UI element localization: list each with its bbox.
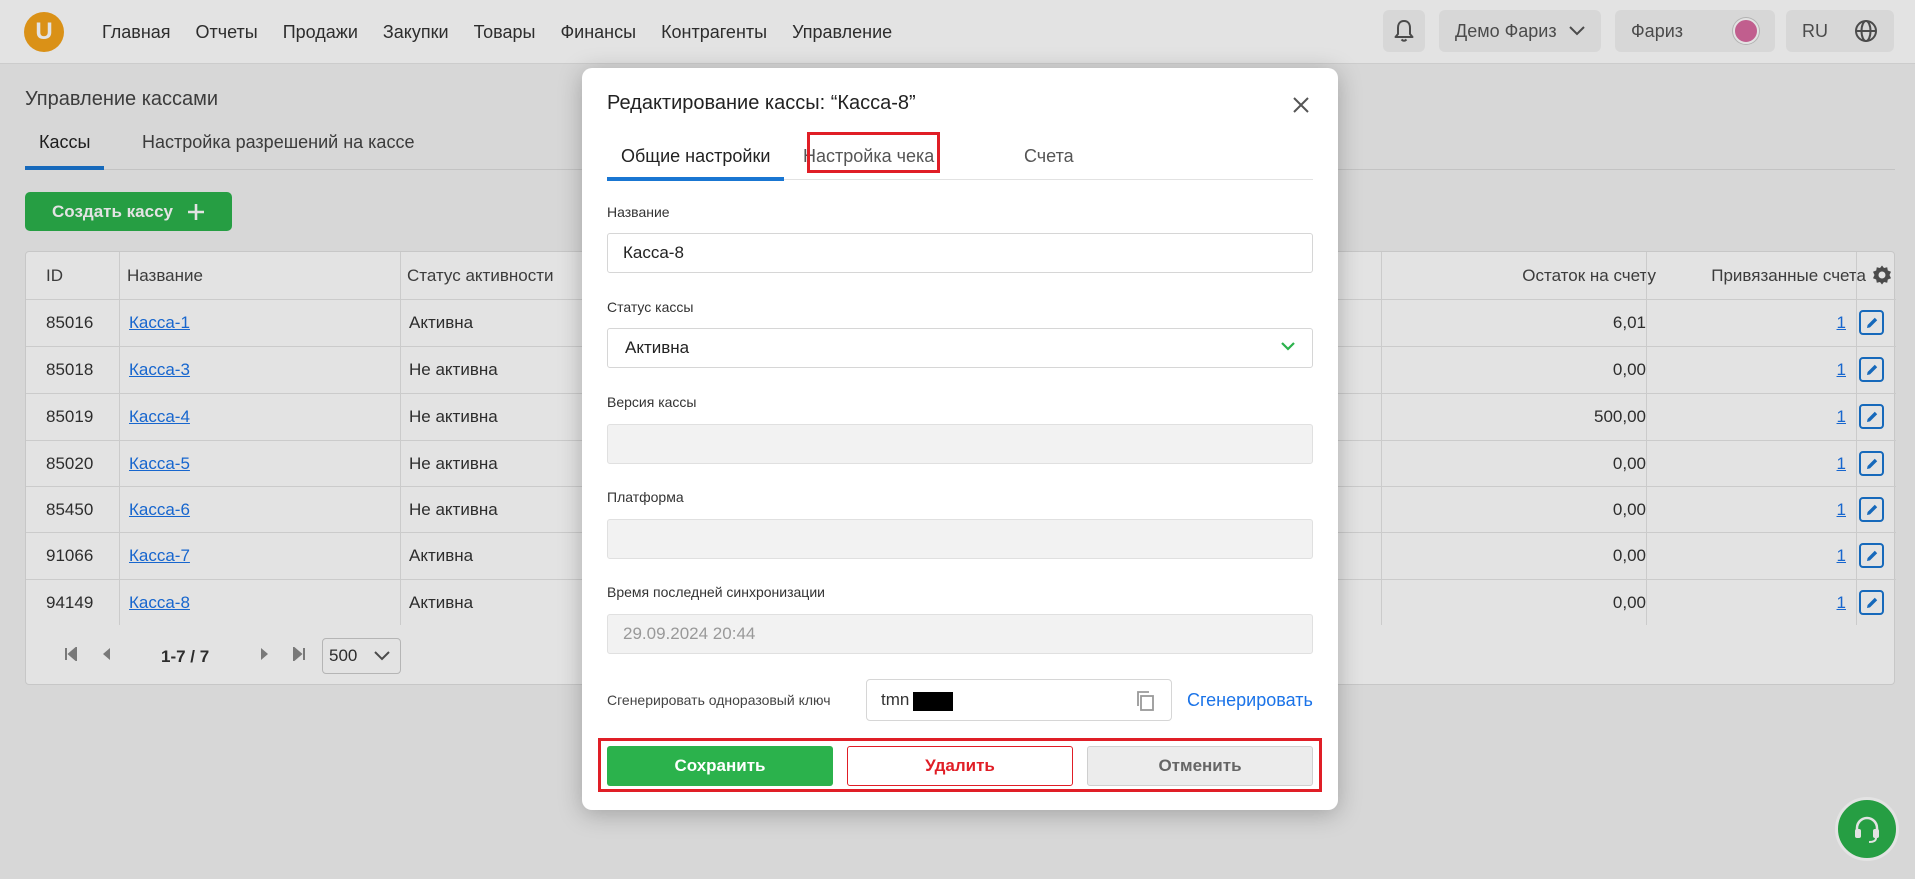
close-icon[interactable] xyxy=(1290,94,1312,116)
version-input xyxy=(607,424,1313,464)
chevron-down-icon xyxy=(1281,342,1295,351)
dialog-title: Редактирование кассы: “Касса-8” xyxy=(607,92,916,114)
sync-time-label: Время последней синхронизации xyxy=(607,584,825,600)
status-select-value: Активна xyxy=(625,338,690,357)
sync-time-input: 29.09.2024 20:44 xyxy=(607,614,1313,654)
one-time-key-input[interactable]: tmn xyxy=(866,679,1172,721)
tab-general-settings[interactable]: Общие настройки xyxy=(606,146,785,181)
status-select[interactable]: Активна xyxy=(607,328,1313,368)
tab-accounts[interactable]: Счета xyxy=(1024,146,1074,167)
highlight-receipt-tab xyxy=(807,132,940,173)
copy-icon[interactable] xyxy=(1135,690,1155,712)
platform-label: Платформа xyxy=(607,489,684,505)
name-input[interactable]: Касса-8 xyxy=(607,233,1313,273)
one-time-key-label: Сгенерировать одноразовый ключ xyxy=(607,692,831,708)
one-time-key-value: tmn xyxy=(881,690,910,709)
name-label: Название xyxy=(607,204,670,220)
redacted-block xyxy=(913,692,953,711)
version-label: Версия кассы xyxy=(607,394,697,410)
dialog-tabs: Общие настройки Настройка чека Счета xyxy=(606,132,1313,181)
status-label: Статус кассы xyxy=(607,299,694,315)
highlight-action-buttons xyxy=(598,738,1322,792)
generate-key-link[interactable]: Сгенерировать xyxy=(1187,690,1313,711)
platform-input xyxy=(607,519,1313,559)
edit-cashbox-dialog: Редактирование кассы: “Касса-8” Общие на… xyxy=(582,68,1338,810)
